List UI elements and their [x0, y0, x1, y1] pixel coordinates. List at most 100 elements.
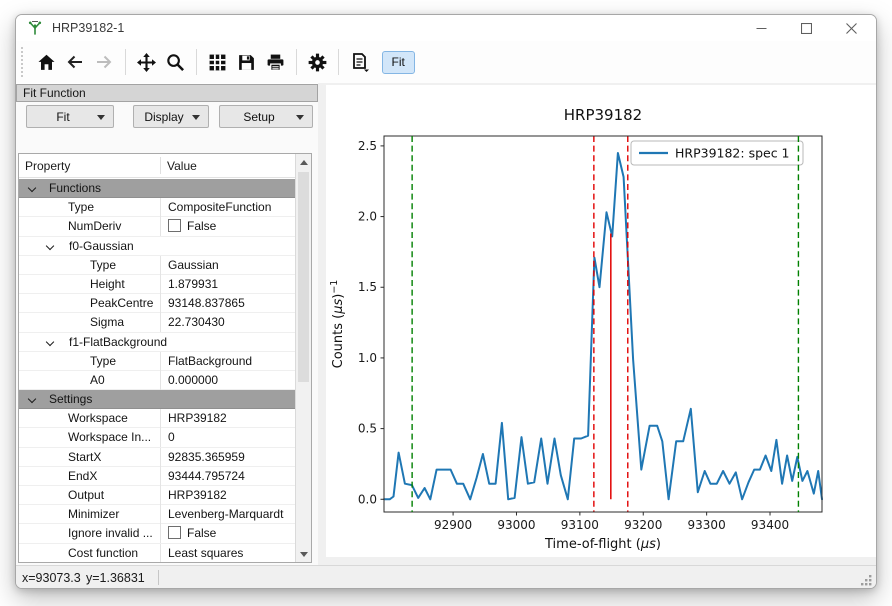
- toolbar-grip[interactable]: [21, 47, 24, 77]
- table-group-row[interactable]: f0-Gaussian: [19, 237, 295, 256]
- property-value[interactable]: FlatBackground: [160, 352, 295, 371]
- grid-subplots-icon: [208, 53, 227, 72]
- plot-canvas[interactable]: 9290093000931009320093300934000.00.51.01…: [326, 85, 876, 557]
- figure-canvas[interactable]: 9290093000931009320093300934000.00.51.01…: [326, 85, 876, 557]
- x-axis-label: Time-of-flight (µs): [544, 537, 661, 552]
- property-value[interactable]: Least squares: [160, 544, 295, 563]
- back-button[interactable]: [61, 48, 89, 76]
- table-row[interactable]: Type Gaussian: [19, 256, 295, 275]
- table-row[interactable]: Workspace In...0: [19, 428, 295, 447]
- property-value[interactable]: 0.000000: [160, 371, 295, 390]
- table-row[interactable]: Ignore invalid ...False: [19, 524, 295, 543]
- table-row[interactable]: StartX 92835.365959: [19, 448, 295, 467]
- cursor-x-readout: x=93073.3: [22, 571, 81, 585]
- chevron-down-icon: [296, 115, 304, 124]
- property-label: StartX: [68, 448, 101, 467]
- fit-menu-label: Fit: [56, 110, 69, 124]
- table-group-row[interactable]: Functions: [19, 179, 295, 198]
- save-button[interactable]: [232, 48, 260, 76]
- back-arrow-icon: [65, 53, 85, 71]
- resize-grip[interactable]: [860, 574, 872, 586]
- x-tick-label: 92900: [434, 518, 472, 532]
- fit-toggle-button[interactable]: Fit: [382, 51, 415, 74]
- minimize-button[interactable]: [739, 15, 784, 41]
- table-row[interactable]: Cost function Least squares: [19, 544, 295, 563]
- property-value[interactable]: Levenberg-Marquardt: [160, 505, 295, 524]
- table-scrollbar[interactable]: [295, 154, 311, 562]
- chevron-down-icon: [97, 115, 105, 124]
- table-row[interactable]: Workspace HRP39182: [19, 409, 295, 428]
- cursor-y-readout: y=1.36831: [86, 571, 145, 585]
- maximize-icon: [801, 23, 812, 34]
- plot-toolbar: Fit: [16, 41, 876, 83]
- table-row[interactable]: EndX93444.795724: [19, 467, 295, 486]
- table-row[interactable]: Type FlatBackground: [19, 352, 295, 371]
- property-value[interactable]: 93444.795724: [160, 467, 295, 486]
- property-table: Property Value FunctionsTypeCompositeFun…: [18, 153, 312, 563]
- table-row[interactable]: NumDeriv False: [19, 217, 295, 236]
- triangle-down-icon: [300, 552, 308, 561]
- plot-title: HRP39182: [564, 106, 642, 124]
- property-label: Output: [68, 486, 104, 505]
- table-header: Property Value: [19, 154, 311, 178]
- property-label: NumDeriv: [68, 217, 121, 236]
- checkbox[interactable]: [168, 219, 181, 232]
- scroll-up-button[interactable]: [296, 154, 311, 170]
- display-menu-button[interactable]: Display: [133, 105, 209, 128]
- property-value[interactable]: 22.730430: [160, 313, 295, 332]
- pan-icon: [137, 53, 156, 72]
- property-value[interactable]: False: [160, 524, 295, 543]
- dock-title[interactable]: Fit Function: [16, 84, 318, 102]
- property-value[interactable]: CompositeFunction: [160, 198, 295, 217]
- property-value[interactable]: HRP39182: [160, 409, 295, 428]
- property-value[interactable]: 92835.365959: [160, 448, 295, 467]
- table-row[interactable]: TypeCompositeFunction: [19, 198, 295, 217]
- property-value[interactable]: 0: [160, 428, 295, 447]
- table-group-row[interactable]: Settings: [19, 390, 295, 409]
- chevron-down-icon[interactable]: [28, 395, 36, 403]
- status-bar: x=93073.3 y=1.36831: [16, 565, 876, 589]
- grid-button[interactable]: [203, 48, 231, 76]
- zoom-button[interactable]: [161, 48, 189, 76]
- forward-button[interactable]: [90, 48, 118, 76]
- table-row[interactable]: MinimizerLevenberg-Marquardt: [19, 505, 295, 524]
- y-tick-label: 2.0: [358, 210, 377, 224]
- generate-script-button[interactable]: [345, 48, 373, 76]
- print-button[interactable]: [261, 48, 289, 76]
- property-value[interactable]: False: [160, 217, 295, 236]
- table-row[interactable]: Output HRP39182: [19, 486, 295, 505]
- column-header-property: Property: [25, 154, 70, 178]
- scroll-down-button[interactable]: [296, 546, 311, 562]
- property-label: Cost function: [68, 544, 138, 563]
- table-row[interactable]: A00.000000: [19, 371, 295, 390]
- checkbox[interactable]: [168, 526, 181, 539]
- table-row[interactable]: Sigma22.730430: [19, 313, 295, 332]
- chevron-down-icon[interactable]: [46, 241, 54, 249]
- group-label: Functions: [49, 179, 101, 198]
- toolbar-separator: [338, 49, 339, 75]
- setup-menu-button[interactable]: Setup: [219, 105, 313, 128]
- property-value[interactable]: 93148.837865: [160, 294, 295, 313]
- home-button[interactable]: [32, 48, 60, 76]
- chevron-down-icon[interactable]: [46, 337, 54, 345]
- table-row[interactable]: Height1.879931: [19, 275, 295, 294]
- property-label: Type: [90, 256, 116, 275]
- scrollbar-thumb[interactable]: [298, 172, 309, 382]
- pan-button[interactable]: [132, 48, 160, 76]
- property-value[interactable]: HRP39182: [160, 486, 295, 505]
- table-group-row[interactable]: f1-FlatBackground: [19, 333, 295, 352]
- maximize-button[interactable]: [784, 15, 829, 41]
- close-button[interactable]: [829, 15, 874, 41]
- y-tick-label: 2.5: [358, 139, 377, 153]
- axes-frame: [384, 136, 822, 512]
- property-label: Type: [90, 352, 116, 371]
- table-row[interactable]: PeakCentre93148.837865: [19, 294, 295, 313]
- column-divider[interactable]: [160, 157, 161, 174]
- property-label: Workspace: [68, 409, 128, 428]
- titlebar[interactable]: HRP39182-1: [16, 15, 876, 41]
- fit-menu-button[interactable]: Fit: [26, 105, 114, 128]
- property-value[interactable]: Gaussian: [160, 256, 295, 275]
- property-value[interactable]: 1.879931: [160, 275, 295, 294]
- chevron-down-icon[interactable]: [28, 184, 36, 192]
- customize-button[interactable]: [303, 48, 331, 76]
